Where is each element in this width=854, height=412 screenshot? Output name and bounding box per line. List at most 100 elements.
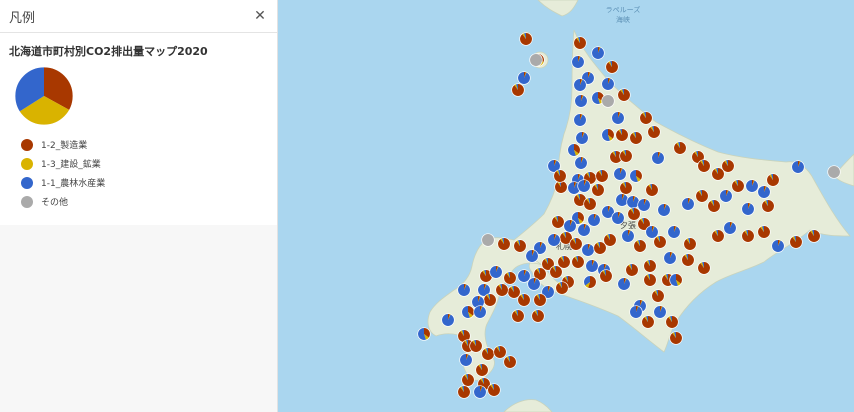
municipality-pie-marker[interactable] xyxy=(617,277,631,291)
municipality-pie-marker[interactable] xyxy=(583,197,597,211)
municipality-pie-marker[interactable] xyxy=(591,183,605,197)
municipality-pie-marker[interactable] xyxy=(719,189,733,203)
municipality-pie-marker[interactable] xyxy=(651,151,665,165)
municipality-pie-marker[interactable] xyxy=(611,211,625,225)
municipality-pie-marker[interactable] xyxy=(569,237,583,251)
municipality-pie-marker[interactable] xyxy=(495,283,509,297)
municipality-pie-marker[interactable] xyxy=(643,273,657,287)
municipality-pie-marker[interactable] xyxy=(577,179,591,193)
municipality-pie-marker[interactable] xyxy=(617,88,631,102)
municipality-pie-marker[interactable] xyxy=(461,305,475,319)
municipality-pie-marker[interactable] xyxy=(723,221,737,235)
municipality-pie-marker[interactable] xyxy=(587,213,601,227)
municipality-pie-marker[interactable] xyxy=(697,261,711,275)
municipality-pie-marker[interactable] xyxy=(511,309,525,323)
municipality-pie-marker[interactable] xyxy=(621,229,635,243)
municipality-pie-marker[interactable] xyxy=(581,243,595,257)
municipality-pie-marker[interactable] xyxy=(673,141,687,155)
municipality-pie-marker[interactable] xyxy=(457,283,471,297)
municipality-pie-marker[interactable] xyxy=(513,239,527,253)
map-canvas[interactable]: ラペルーズ 海峡 札幌 夕張 xyxy=(278,0,854,412)
municipality-pie-marker[interactable] xyxy=(549,265,563,279)
municipality-pie-marker[interactable] xyxy=(707,199,721,213)
municipality-pie-marker[interactable] xyxy=(475,363,489,377)
municipality-pie-marker[interactable] xyxy=(489,265,503,279)
municipality-pie-marker[interactable] xyxy=(473,305,487,319)
municipality-pie-marker[interactable] xyxy=(827,165,841,179)
legend-pie[interactable] xyxy=(14,66,74,126)
municipality-pie-marker[interactable] xyxy=(771,239,785,253)
municipality-pie-marker[interactable] xyxy=(483,293,497,307)
municipality-pie-marker[interactable] xyxy=(511,83,525,97)
municipality-pie-marker[interactable] xyxy=(761,199,775,213)
municipality-pie-marker[interactable] xyxy=(626,195,640,209)
municipality-pie-marker[interactable] xyxy=(645,183,659,197)
municipality-pie-marker[interactable] xyxy=(625,263,639,277)
municipality-pie-marker[interactable] xyxy=(571,255,585,269)
municipality-pie-marker[interactable] xyxy=(575,131,589,145)
municipality-pie-marker[interactable] xyxy=(613,167,627,181)
municipality-pie-marker[interactable] xyxy=(667,225,681,239)
municipality-pie-marker[interactable] xyxy=(629,131,643,145)
municipality-pie-marker[interactable] xyxy=(507,285,521,299)
municipality-pie-marker[interactable] xyxy=(741,229,755,243)
municipality-pie-marker[interactable] xyxy=(554,180,568,194)
municipality-pie-marker[interactable] xyxy=(711,167,725,181)
municipality-pie-marker[interactable] xyxy=(791,160,805,174)
municipality-pie-marker[interactable] xyxy=(657,203,671,217)
municipality-pie-marker[interactable] xyxy=(487,383,501,397)
municipality-pie-marker[interactable] xyxy=(653,235,667,249)
municipality-pie-marker[interactable] xyxy=(601,94,615,108)
municipality-pie-marker[interactable] xyxy=(457,385,471,399)
municipality-pie-marker[interactable] xyxy=(571,55,585,69)
municipality-pie-marker[interactable] xyxy=(469,339,483,353)
municipality-pie-marker[interactable] xyxy=(807,229,821,243)
municipality-pie-marker[interactable] xyxy=(553,169,567,183)
municipality-pie-marker[interactable] xyxy=(629,305,643,319)
municipality-pie-marker[interactable] xyxy=(519,32,533,46)
municipality-pie-marker[interactable] xyxy=(503,355,517,369)
municipality-pie-marker[interactable] xyxy=(615,128,629,142)
municipality-pie-marker[interactable] xyxy=(681,253,695,267)
municipality-pie-marker[interactable] xyxy=(757,185,771,199)
municipality-pie-marker[interactable] xyxy=(583,275,597,289)
municipality-pie-marker[interactable] xyxy=(653,305,667,319)
municipality-pie-marker[interactable] xyxy=(619,181,633,195)
municipality-pie-marker[interactable] xyxy=(605,60,619,74)
municipality-pie-marker[interactable] xyxy=(663,251,677,265)
municipality-pie-marker[interactable] xyxy=(711,229,725,243)
municipality-pie-marker[interactable] xyxy=(461,373,475,387)
municipality-pie-marker[interactable] xyxy=(533,293,547,307)
municipality-pie-marker[interactable] xyxy=(573,78,587,92)
municipality-pie-marker[interactable] xyxy=(651,289,665,303)
municipality-pie-marker[interactable] xyxy=(573,113,587,127)
municipality-pie-marker[interactable] xyxy=(459,353,473,367)
municipality-pie-marker[interactable] xyxy=(577,223,591,237)
municipality-pie-marker[interactable] xyxy=(643,259,657,273)
municipality-pie-marker[interactable] xyxy=(697,159,711,173)
municipality-pie-marker[interactable] xyxy=(695,189,709,203)
municipality-pie-marker[interactable] xyxy=(595,169,609,183)
municipality-pie-marker[interactable] xyxy=(567,143,581,157)
municipality-pie-marker[interactable] xyxy=(573,36,587,50)
municipality-pie-marker[interactable] xyxy=(633,239,647,253)
municipality-pie-marker[interactable] xyxy=(551,215,565,229)
municipality-pie-marker[interactable] xyxy=(555,281,569,295)
municipality-pie-marker[interactable] xyxy=(591,46,605,60)
municipality-pie-marker[interactable] xyxy=(599,269,613,283)
municipality-pie-marker[interactable] xyxy=(497,237,511,251)
municipality-pie-marker[interactable] xyxy=(527,277,541,291)
municipality-pie-marker[interactable] xyxy=(745,179,759,193)
municipality-pie-marker[interactable] xyxy=(639,111,653,125)
municipality-pie-marker[interactable] xyxy=(757,225,771,239)
municipality-pie-marker[interactable] xyxy=(473,385,487,399)
municipality-pie-marker[interactable] xyxy=(665,315,679,329)
municipality-pie-marker[interactable] xyxy=(627,207,641,221)
municipality-pie-marker[interactable] xyxy=(493,345,507,359)
municipality-pie-marker[interactable] xyxy=(647,125,661,139)
municipality-pie-marker[interactable] xyxy=(574,94,588,108)
municipality-pie-marker[interactable] xyxy=(563,219,577,233)
municipality-pie-marker[interactable] xyxy=(601,77,615,91)
municipality-pie-marker[interactable] xyxy=(525,249,539,263)
municipality-pie-marker[interactable] xyxy=(585,259,599,273)
